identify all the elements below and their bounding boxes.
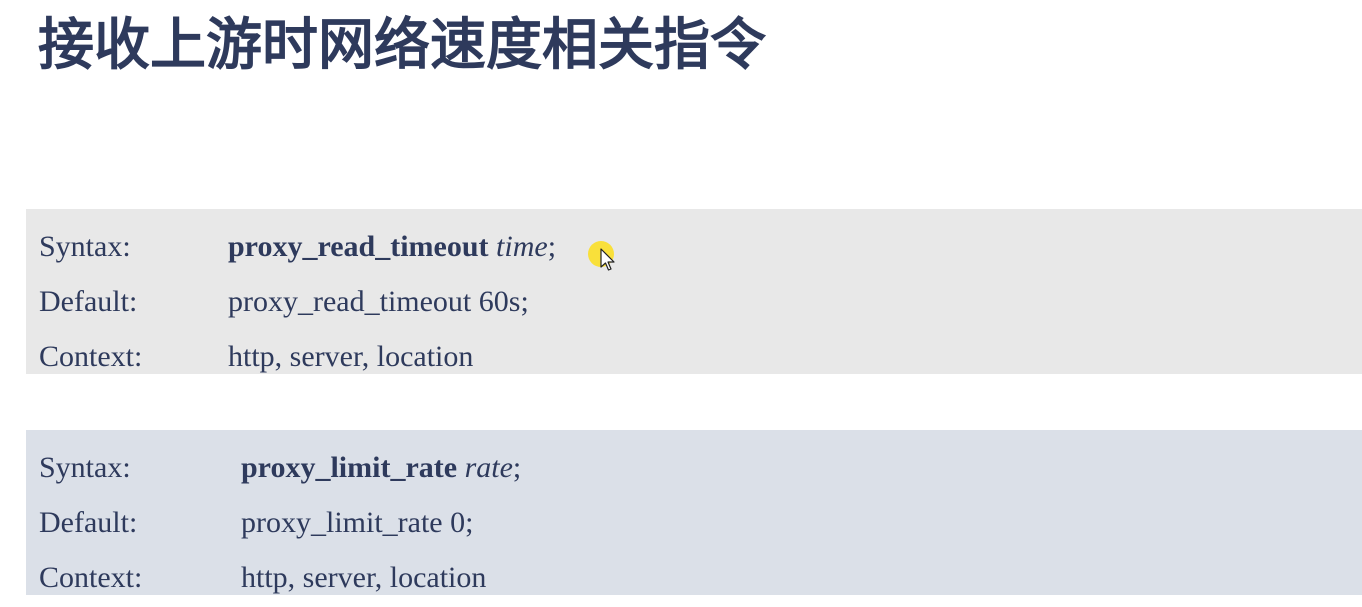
syntax-label: Syntax: <box>39 451 131 484</box>
slide-title: 接收上游时网络速度相关指令 <box>38 13 766 78</box>
syntax-row: Syntax: proxy_limit_rate rate; <box>26 440 1362 495</box>
default-row: Default: proxy_limit_rate 0; <box>26 495 1362 550</box>
syntax-value: proxy_read_timeout time; <box>228 219 556 274</box>
syntax-row: Syntax: proxy_read_timeout time; <box>26 219 1362 274</box>
context-row: Context: http, server, location <box>26 329 1362 384</box>
mouse-pointer-icon <box>600 248 615 271</box>
default-label: Default: <box>39 285 138 318</box>
context-row: Context: http, server, location <box>26 550 1362 605</box>
context-label: Context: <box>39 561 143 594</box>
default-label: Default: <box>39 506 138 539</box>
directive-argument: rate <box>464 451 513 484</box>
syntax-terminator: ; <box>547 230 557 263</box>
directive-box-proxy-limit-rate: Syntax: proxy_limit_rate rate; Default: … <box>26 430 1362 595</box>
default-row: Default: proxy_read_timeout 60s; <box>26 274 1362 329</box>
syntax-value: proxy_limit_rate rate; <box>241 440 521 495</box>
context-value: http, server, location <box>241 561 487 594</box>
directive-argument: time <box>496 230 548 263</box>
context-value: http, server, location <box>228 340 474 373</box>
default-value: proxy_read_timeout 60s; <box>228 285 529 318</box>
directive-keyword: proxy_limit_rate <box>241 451 458 484</box>
syntax-label: Syntax: <box>39 230 131 263</box>
context-label: Context: <box>39 340 143 373</box>
directive-keyword: proxy_read_timeout <box>228 230 489 263</box>
default-value: proxy_limit_rate 0; <box>241 506 474 539</box>
directive-box-proxy-read-timeout: Syntax: proxy_read_timeout time; Default… <box>26 209 1362 374</box>
syntax-terminator: ; <box>512 451 522 484</box>
